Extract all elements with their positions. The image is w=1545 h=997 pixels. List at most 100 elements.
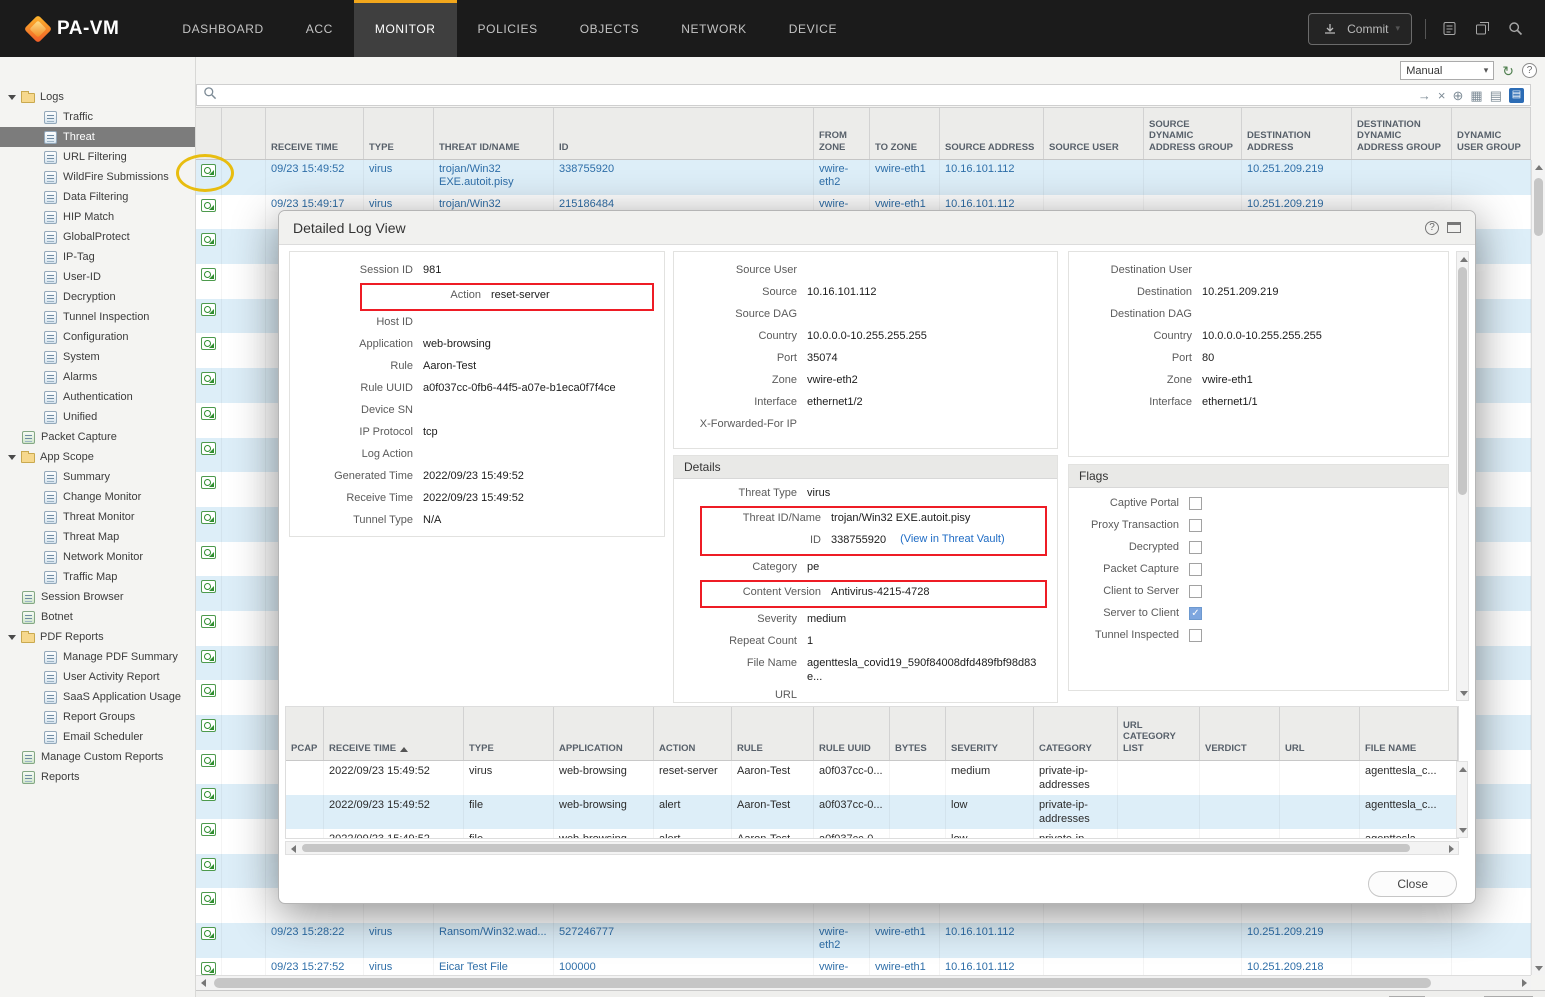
pcap-column-header-pcap[interactable]: PCAP: [286, 707, 324, 760]
pcap-log-row[interactable]: 2022/09/23 15:49:52virusweb-browsingrese…: [286, 761, 1458, 795]
sidebar-group-app-scope[interactable]: App Scope: [0, 447, 195, 467]
scroll-up-icon[interactable]: [1532, 160, 1545, 174]
pcap-column-header-action[interactable]: ACTION: [654, 707, 732, 760]
scroll-up-icon[interactable]: [1457, 252, 1470, 266]
pcap-column-header-url-category-list[interactable]: URL CATEGORY LIST: [1118, 707, 1200, 760]
pcap-column-header-category[interactable]: CATEGORY: [1034, 707, 1118, 760]
pcap-column-header-receive-time[interactable]: RECEIVE TIME: [324, 707, 464, 760]
pcap-icon[interactable]: [201, 407, 216, 420]
sidebar-item-threat[interactable]: Threat: [0, 127, 195, 147]
pcap-icon[interactable]: [201, 788, 216, 801]
pcap-vertical-scrollbar[interactable]: [1456, 761, 1468, 838]
sidebar-item-manage-pdf-summary[interactable]: Manage PDF Summary: [0, 647, 195, 667]
modal-popout-icon[interactable]: [1447, 222, 1461, 233]
pcap-icon[interactable]: [201, 511, 216, 524]
sidebar-item-url-filtering[interactable]: URL Filtering: [0, 147, 195, 167]
column-header-to-zone[interactable]: TO ZONE: [870, 108, 940, 159]
pcap-icon[interactable]: [201, 303, 216, 316]
column-header-source-user[interactable]: SOURCE USER: [1044, 108, 1144, 159]
sidebar-item-decryption[interactable]: Decryption: [0, 287, 195, 307]
modal-help-icon[interactable]: ?: [1425, 221, 1439, 235]
sidebar-item-globalprotect[interactable]: GlobalProtect: [0, 227, 195, 247]
pcap-icon[interactable]: [201, 442, 216, 455]
sidebar-item-system[interactable]: System: [0, 347, 195, 367]
sidebar-item-authentication[interactable]: Authentication: [0, 387, 195, 407]
add-filter-icon[interactable]: ⊕: [1453, 89, 1464, 102]
sidebar-group-pdf-reports[interactable]: PDF Reports: [0, 627, 195, 647]
pcap-icon[interactable]: [201, 268, 216, 281]
nav-tab-network[interactable]: NETWORK: [660, 0, 768, 57]
sidebar-group-logs[interactable]: Logs: [0, 87, 195, 107]
horizontal-scrollbar[interactable]: [196, 975, 1531, 990]
sidebar-item-threat-map[interactable]: Threat Map: [0, 527, 195, 547]
nav-tab-acc[interactable]: ACC: [285, 0, 354, 57]
sidebar-item-packet-capture[interactable]: Packet Capture: [0, 427, 195, 447]
sidebar-item-wildfire-submissions[interactable]: WildFire Submissions: [0, 167, 195, 187]
scroll-down-icon[interactable]: [1457, 686, 1470, 700]
nav-tab-monitor[interactable]: MONITOR: [354, 0, 457, 57]
column-header-from-zone[interactable]: FROM ZONE: [814, 108, 870, 159]
sidebar-item-session-browser[interactable]: Session Browser: [0, 587, 195, 607]
nav-tab-dashboard[interactable]: DASHBOARD: [161, 0, 284, 57]
refresh-mode-select[interactable]: Manual ▾: [1400, 61, 1494, 80]
pcap-column-header-application[interactable]: APPLICATION: [554, 707, 654, 760]
pcap-icon[interactable]: [201, 615, 216, 628]
pcap-icon[interactable]: [201, 823, 216, 836]
column-header-threat-id-name[interactable]: THREAT ID/NAME: [434, 108, 554, 159]
sidebar-item-botnet[interactable]: Botnet: [0, 607, 195, 627]
column-header-source-dynamic-address-group[interactable]: SOURCE DYNAMIC ADDRESS GROUP: [1144, 108, 1242, 159]
tasks-icon[interactable]: [1439, 19, 1459, 39]
scroll-left-icon[interactable]: [286, 842, 300, 856]
sidebar-item-threat-monitor[interactable]: Threat Monitor: [0, 507, 195, 527]
scroll-down-icon[interactable]: [1457, 823, 1469, 837]
filter-builder-icon[interactable]: ▦: [1470, 89, 1482, 102]
log-row[interactable]: 09/23 15:49:52virustrojan/Win32 EXE.auto…: [196, 160, 1531, 195]
help-icon[interactable]: ?: [1522, 63, 1537, 78]
pcap-icon[interactable]: [201, 962, 216, 975]
pcap-column-header-type[interactable]: TYPE: [464, 707, 554, 760]
column-header-destination-address[interactable]: DESTINATION ADDRESS: [1242, 108, 1352, 159]
scrollbar-thumb[interactable]: [1534, 178, 1543, 236]
pcap-icon[interactable]: [201, 684, 216, 697]
scrollbar-thumb[interactable]: [214, 978, 1431, 988]
pcap-icon[interactable]: [201, 858, 216, 871]
refresh-icon[interactable]: ↻: [1502, 64, 1514, 78]
threat-vault-link[interactable]: (View in Threat Vault): [900, 533, 1005, 545]
commit-button[interactable]: Commit ▾: [1308, 13, 1412, 45]
sidebar-item-summary[interactable]: Summary: [0, 467, 195, 487]
pcap-icon[interactable]: [201, 754, 216, 767]
pcap-column-header-file-name[interactable]: FILE NAME: [1360, 707, 1458, 760]
pcap-icon[interactable]: [201, 650, 216, 663]
sidebar-item-email-scheduler[interactable]: Email Scheduler: [0, 727, 195, 747]
sidebar-item-configuration[interactable]: Configuration: [0, 327, 195, 347]
pcap-icon[interactable]: [201, 927, 216, 940]
column-header-blank[interactable]: [222, 108, 266, 159]
nav-tab-objects[interactable]: OBJECTS: [559, 0, 661, 57]
pcap-column-header-verdict[interactable]: VERDICT: [1200, 707, 1280, 760]
sidebar-item-manage-custom-reports[interactable]: Manage Custom Reports: [0, 747, 195, 767]
sidebar-item-report-groups[interactable]: Report Groups: [0, 707, 195, 727]
column-header-source-address[interactable]: SOURCE ADDRESS: [940, 108, 1044, 159]
sidebar-item-tunnel-inspection[interactable]: Tunnel Inspection: [0, 307, 195, 327]
sidebar-item-user-id[interactable]: User-ID: [0, 267, 195, 287]
flag-tunnel-inspected-checkbox[interactable]: [1189, 629, 1202, 642]
scroll-left-icon[interactable]: [196, 976, 210, 990]
sidebar-item-hip-match[interactable]: HIP Match: [0, 207, 195, 227]
sidebar-item-reports[interactable]: Reports: [0, 767, 195, 787]
pcap-icon[interactable]: [201, 372, 216, 385]
saved-filters-icon[interactable]: ▤: [1490, 89, 1502, 102]
log-filter-input[interactable]: [224, 85, 1411, 105]
modal-vertical-scrollbar[interactable]: [1456, 251, 1469, 701]
flag-client-to-server-checkbox[interactable]: [1189, 585, 1202, 598]
pcap-horizontal-scrollbar[interactable]: [285, 841, 1459, 855]
column-header-destination-dynamic-address-group[interactable]: DESTINATION DYNAMIC ADDRESS GROUP: [1352, 108, 1452, 159]
pcap-icon[interactable]: [201, 337, 216, 350]
sidebar-item-traffic[interactable]: Traffic: [0, 107, 195, 127]
scroll-right-icon[interactable]: [1517, 976, 1531, 990]
flag-packet-capture-checkbox[interactable]: [1189, 563, 1202, 576]
pcap-column-header-bytes[interactable]: BYTES: [890, 707, 946, 760]
sidebar-item-data-filtering[interactable]: Data Filtering: [0, 187, 195, 207]
clear-filter-icon[interactable]: ×: [1438, 89, 1446, 102]
apply-filter-icon[interactable]: →: [1418, 89, 1431, 102]
nav-tab-policies[interactable]: POLICIES: [457, 0, 559, 57]
